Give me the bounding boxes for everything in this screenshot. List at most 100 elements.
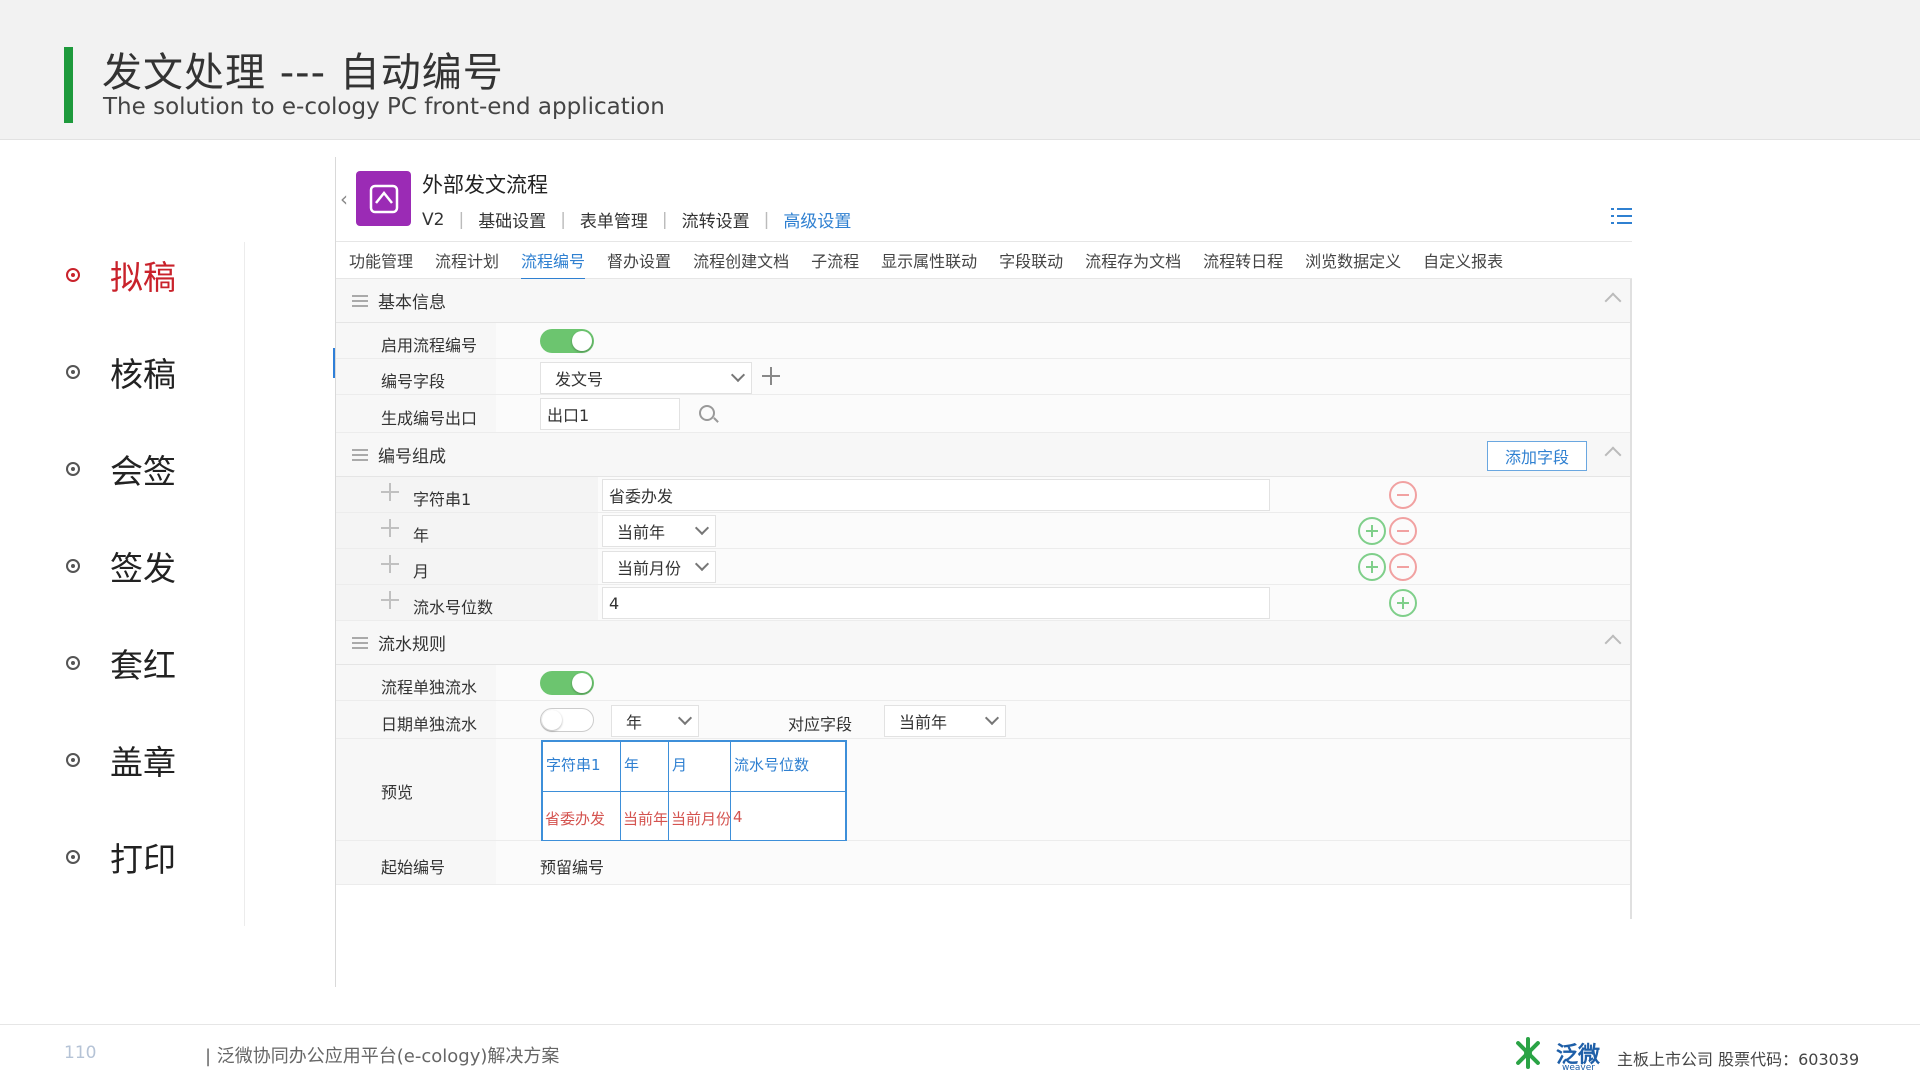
- preview-header: 年: [621, 742, 668, 792]
- remove-circle-icon[interactable]: [1389, 517, 1417, 545]
- app-header: ‹ 外部发文流程 V2 | 基础设置 | 表单管理 | 流转设置 | 高级设置: [336, 157, 1632, 235]
- step-item[interactable]: 会签: [66, 444, 176, 494]
- company-info: 主板上市公司 股票代码：603039: [1617, 1050, 1860, 1069]
- chevron-down-icon: [730, 367, 746, 383]
- step-item[interactable]: 签发: [66, 541, 176, 591]
- independent-serial-row: 流程单独流水: [336, 665, 1632, 701]
- search-icon[interactable]: [699, 405, 715, 421]
- select-value: 当前年: [899, 713, 948, 732]
- input-value: 4: [609, 593, 620, 613]
- add-field-button[interactable]: 添加字段: [1487, 441, 1587, 471]
- chevron-down-icon: [984, 710, 1000, 726]
- field-label: 生成编号出口: [381, 409, 478, 428]
- mapping-field-select[interactable]: 当前年: [884, 705, 1006, 737]
- tab-basic-settings[interactable]: 基础设置: [478, 207, 546, 232]
- subnav-item[interactable]: 督办设置: [607, 242, 671, 278]
- subnav-item[interactable]: 显示属性联动: [881, 242, 977, 278]
- step-item[interactable]: 套红: [66, 638, 176, 688]
- page-number: 110: [64, 1043, 97, 1063]
- subnav-item[interactable]: 功能管理: [349, 242, 413, 278]
- number-exit-input[interactable]: 出口1: [540, 398, 680, 430]
- step-item[interactable]: 打印: [66, 832, 176, 882]
- preview-header: 字符串1: [543, 742, 620, 792]
- subnav-item[interactable]: 流程转日程: [1203, 242, 1283, 278]
- subnav-item-active[interactable]: 流程编号: [521, 242, 586, 280]
- section-number-composition[interactable]: 编号组成 添加字段: [336, 433, 1632, 477]
- subnav-item[interactable]: 子流程: [811, 242, 859, 278]
- component-value-input[interactable]: 4: [602, 587, 1270, 619]
- enable-numbering-row: 启用流程编号: [336, 323, 1632, 359]
- date-serial-row: 日期单独流水 年 对应字段 当前年: [336, 701, 1632, 739]
- chevron-up-icon[interactable]: [1604, 634, 1622, 652]
- composition-row: 月 当前月份: [336, 549, 1632, 585]
- add-icon[interactable]: [762, 367, 780, 385]
- section-title: 编号组成: [378, 447, 446, 467]
- chevron-up-icon[interactable]: [1604, 292, 1622, 310]
- section-serial-rules[interactable]: 流水规则: [336, 621, 1632, 665]
- drag-handle-icon[interactable]: [381, 555, 399, 573]
- composition-row: 字符串1 省委办发: [336, 477, 1632, 513]
- add-circle-icon[interactable]: [1389, 589, 1417, 617]
- start-number-value[interactable]: 预留编号: [540, 854, 604, 878]
- subnav-item[interactable]: 自定义报表: [1423, 242, 1503, 278]
- workflow-title: 外部发文流程: [422, 173, 548, 197]
- preview-value: 当前年: [623, 810, 668, 828]
- independent-serial-toggle[interactable]: [540, 671, 594, 695]
- date-serial-toggle[interactable]: [540, 708, 594, 732]
- section-basic-info[interactable]: 基本信息: [336, 279, 1632, 323]
- list-menu-icon[interactable]: [1611, 205, 1632, 227]
- remove-circle-icon[interactable]: [1389, 481, 1417, 509]
- number-field-select[interactable]: 发文号: [540, 362, 752, 394]
- component-value-select[interactable]: 当前月份: [602, 551, 716, 583]
- section-title: 流水规则: [378, 635, 446, 655]
- tab-version[interactable]: V2: [422, 210, 444, 230]
- chevron-left-icon[interactable]: ‹: [340, 187, 348, 211]
- select-value: 当前月份: [617, 559, 682, 578]
- scrollbar[interactable]: [1630, 279, 1632, 919]
- preview-value: 4: [733, 808, 743, 826]
- bullet-icon: [66, 850, 80, 864]
- menu-icon: [352, 448, 368, 461]
- component-value-select[interactable]: 当前年: [602, 515, 716, 547]
- remove-circle-icon[interactable]: [1389, 553, 1417, 581]
- number-exit-row: 生成编号出口 出口1: [336, 395, 1632, 433]
- subnav-item[interactable]: 流程计划: [435, 242, 499, 278]
- field-label: 起始编号: [381, 858, 446, 877]
- step-label: 套红: [110, 646, 176, 685]
- brand-en: weaver: [1562, 1063, 1595, 1073]
- tab-flow-settings[interactable]: 流转设置: [682, 207, 750, 232]
- add-circle-icon[interactable]: [1358, 517, 1386, 545]
- step-item[interactable]: 拟稿: [66, 250, 176, 300]
- drag-handle-icon[interactable]: [381, 519, 399, 537]
- field-label: 日期单独流水: [381, 715, 478, 734]
- subnav-item[interactable]: 字段联动: [999, 242, 1063, 278]
- component-value-input[interactable]: 省委办发: [602, 479, 1270, 511]
- chevron-up-icon[interactable]: [1604, 446, 1622, 464]
- slide-title: 发文处理 --- 自动编号: [102, 50, 504, 96]
- step-label: 签发: [110, 549, 176, 588]
- bullet-icon: [66, 268, 80, 282]
- preview-column: 流水号位数 4: [731, 742, 845, 840]
- composition-row: 年 当前年: [336, 513, 1632, 549]
- subnav-item[interactable]: 浏览数据定义: [1305, 242, 1401, 278]
- drag-handle-icon[interactable]: [381, 591, 399, 609]
- subnav-item[interactable]: 流程存为文档: [1085, 242, 1181, 278]
- subnav-item[interactable]: 流程创建文档: [693, 242, 789, 278]
- date-unit-select[interactable]: 年: [611, 705, 699, 737]
- workflow-arrows-icon: [369, 184, 398, 213]
- number-field-row: 编号字段 发文号: [336, 359, 1632, 395]
- tab-form-management[interactable]: 表单管理: [580, 207, 648, 232]
- field-label: 编号字段: [381, 372, 446, 391]
- step-item[interactable]: 盖章: [66, 735, 176, 785]
- drag-handle-icon[interactable]: [381, 483, 399, 501]
- tab-advanced-settings[interactable]: 高级设置: [783, 207, 851, 232]
- input-value: 出口1: [547, 406, 590, 425]
- enable-numbering-toggle[interactable]: [540, 329, 594, 353]
- section-title: 基本信息: [378, 293, 446, 313]
- component-label: 流水号位数: [413, 598, 494, 617]
- bullet-icon: [66, 559, 80, 573]
- field-label: 预览: [381, 783, 414, 802]
- step-item[interactable]: 核稿: [66, 347, 176, 397]
- add-circle-icon[interactable]: [1358, 553, 1386, 581]
- footer-title: | 泛微协同办公应用平台(e-cology)解决方案: [205, 1046, 560, 1067]
